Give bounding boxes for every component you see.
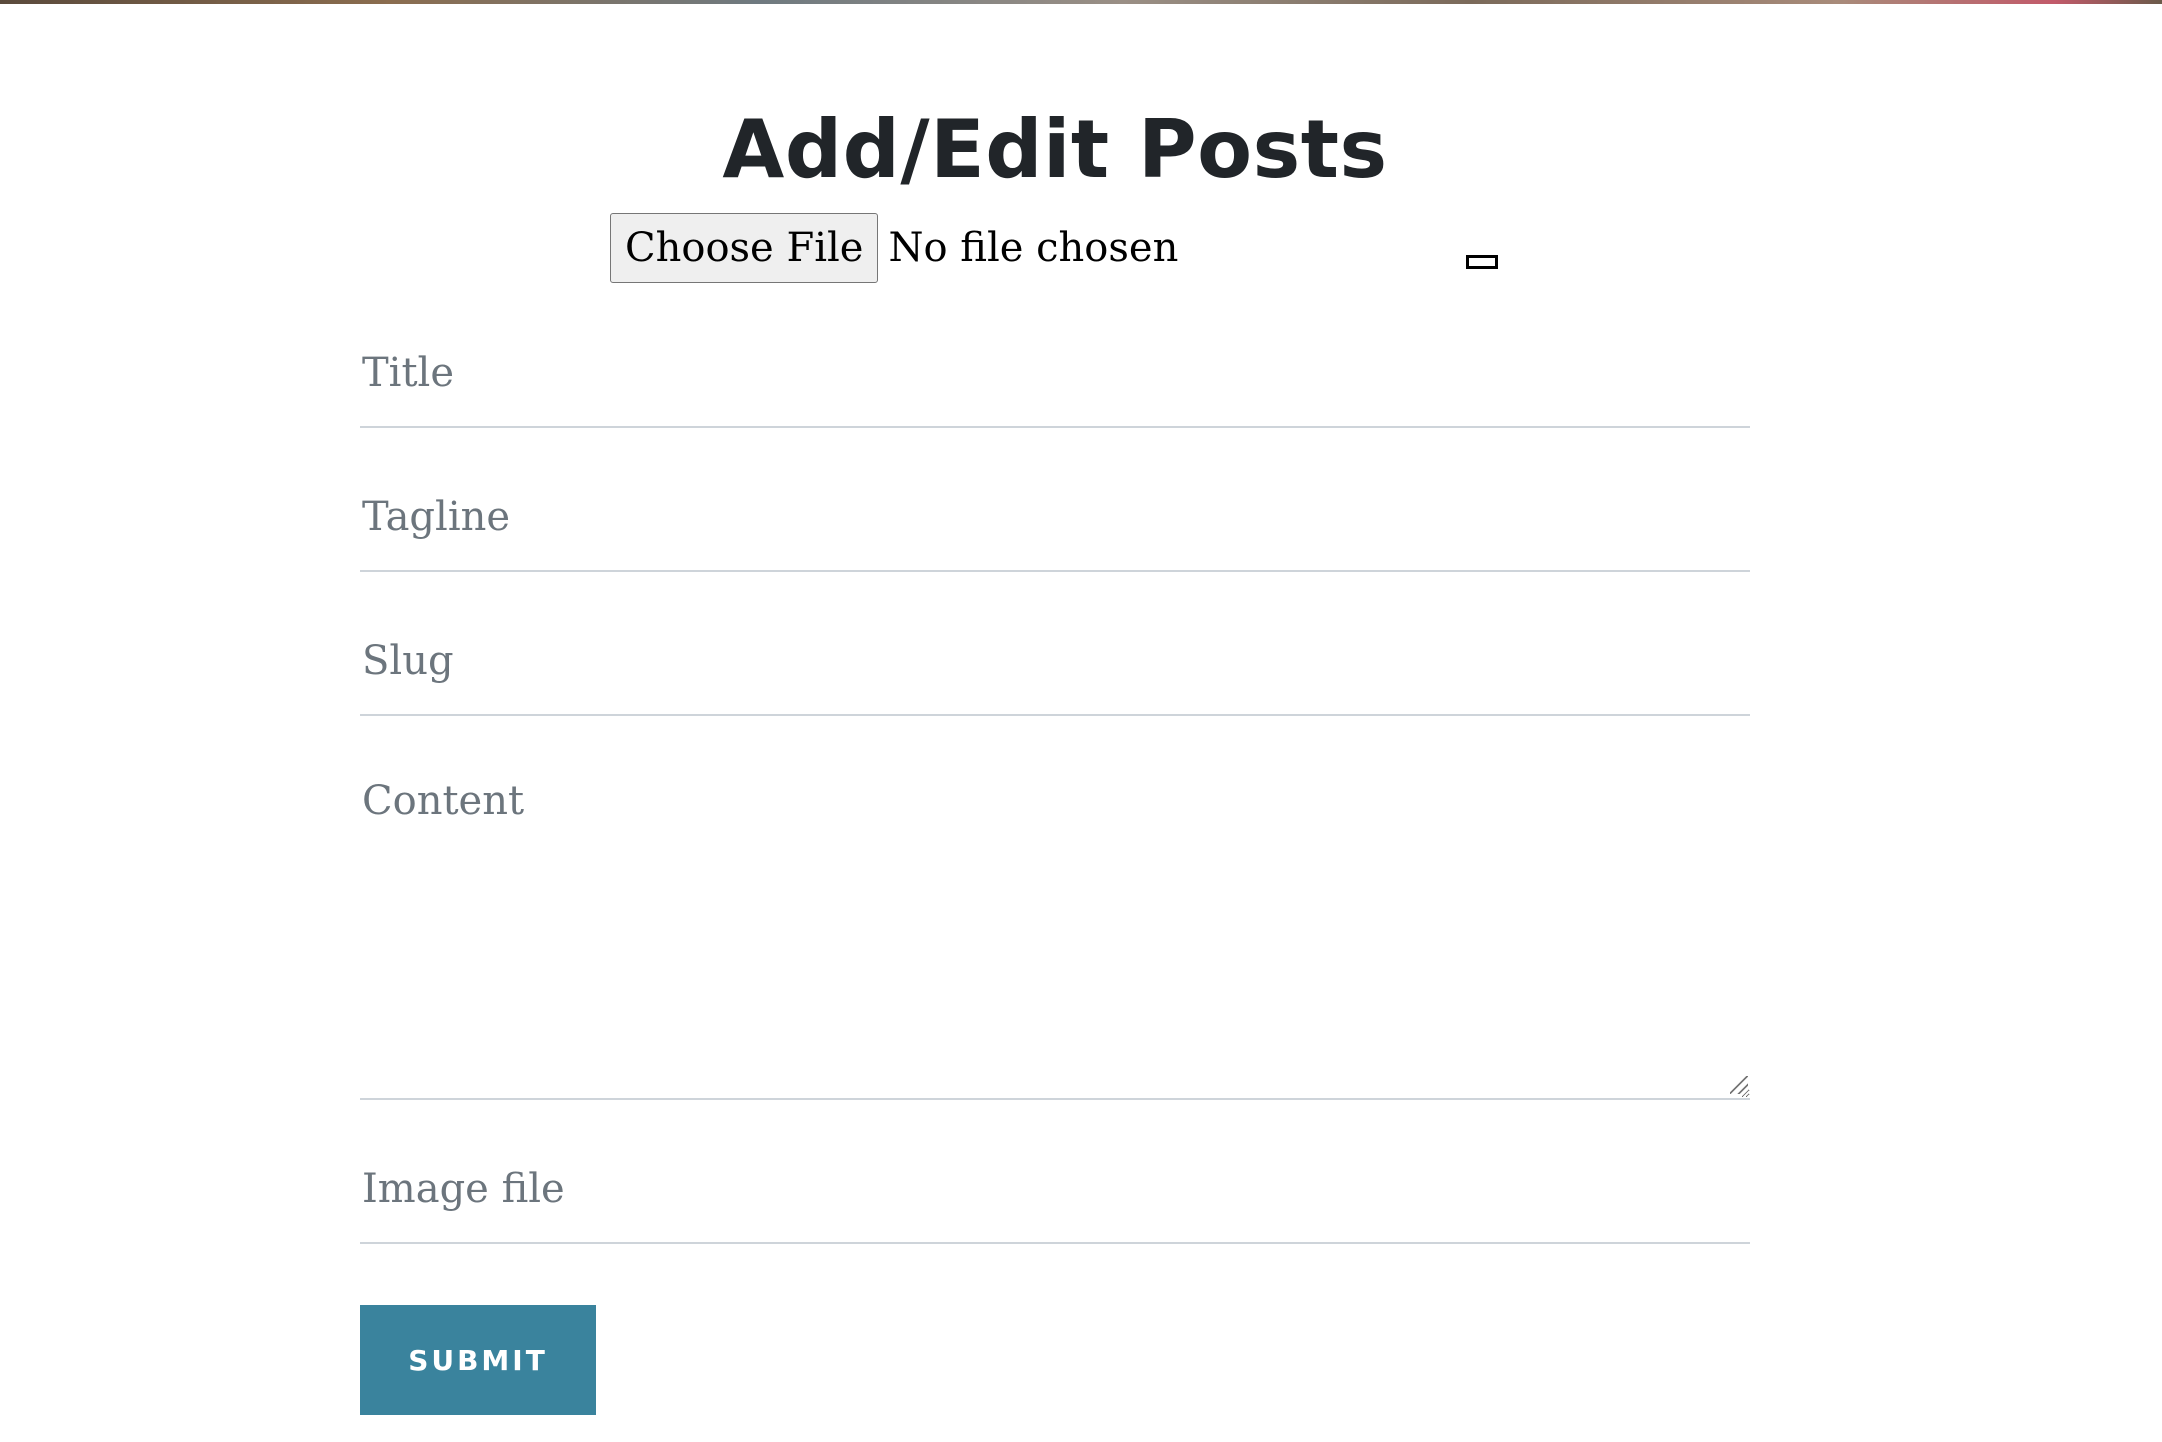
file-picker[interactable]: Choose File No file chosen bbox=[610, 212, 1178, 284]
tagline-input[interactable] bbox=[360, 464, 1750, 570]
slug-field-container bbox=[360, 608, 1750, 716]
submit-button[interactable]: SUBMIT bbox=[360, 1305, 596, 1415]
tagline-field-container bbox=[360, 464, 1750, 572]
file-status-text: No file chosen bbox=[888, 225, 1179, 271]
image-file-input[interactable] bbox=[360, 1136, 1750, 1242]
page-title: Add/Edit Posts bbox=[722, 103, 1388, 196]
text-cursor-icon bbox=[1466, 255, 1498, 269]
content-textarea[interactable] bbox=[360, 752, 1750, 1098]
title-input[interactable] bbox=[360, 320, 1750, 426]
choose-file-button[interactable]: Choose File bbox=[610, 213, 879, 283]
content-field-container bbox=[360, 752, 1750, 1100]
image-file-field-container bbox=[360, 1136, 1750, 1244]
header-image-strip bbox=[0, 0, 2162, 4]
resize-handle-icon[interactable] bbox=[1730, 1076, 1748, 1094]
title-field-container bbox=[360, 320, 1750, 428]
slug-input[interactable] bbox=[360, 608, 1750, 714]
